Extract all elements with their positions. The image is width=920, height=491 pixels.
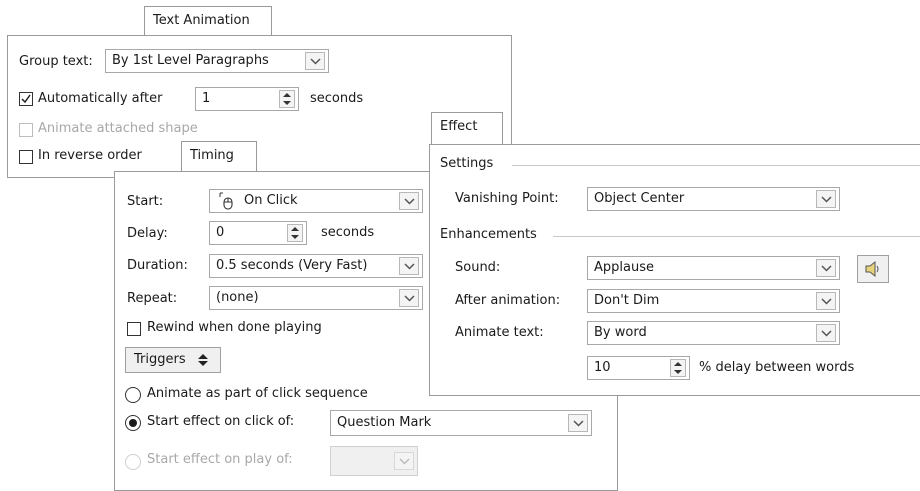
after-animation-value: Don't Dim bbox=[594, 293, 660, 308]
repeat-label: Repeat: bbox=[127, 291, 178, 306]
delay-label: Delay: bbox=[127, 226, 168, 241]
vanishing-point-label: Vanishing Point: bbox=[455, 191, 559, 206]
group-text-value: By 1st Level Paragraphs bbox=[112, 53, 269, 68]
radio-click-sequence[interactable] bbox=[125, 387, 141, 403]
auto-after-input[interactable]: 1 bbox=[195, 87, 299, 111]
after-animation-dropdown[interactable]: Don't Dim bbox=[587, 289, 840, 313]
sound-volume-button[interactable] bbox=[857, 255, 889, 283]
repeat-value: (none) bbox=[216, 290, 259, 305]
speaker-icon bbox=[865, 260, 879, 278]
triggers-button[interactable]: Triggers bbox=[125, 347, 221, 373]
play-object-dropdown[interactable] bbox=[330, 446, 418, 476]
radio-start-on-click[interactable] bbox=[125, 415, 141, 431]
click-object-dropdown[interactable]: Question Mark bbox=[330, 410, 592, 436]
effect-panel: Settings Vanishing Point: Object Center … bbox=[429, 144, 920, 396]
auto-after-label: Automatically after bbox=[38, 91, 163, 106]
settings-heading: Settings bbox=[440, 156, 494, 171]
start-label: Start: bbox=[127, 194, 164, 209]
chevron-down-icon[interactable] bbox=[816, 324, 836, 342]
word-delay-label: % delay between words bbox=[699, 360, 855, 375]
click-object-value: Question Mark bbox=[337, 415, 432, 430]
animate-shape-label: Animate attached shape bbox=[38, 121, 198, 136]
enhancements-heading: Enhancements bbox=[440, 227, 537, 242]
animate-shape-checkbox[interactable] bbox=[19, 123, 33, 137]
after-animation-label: After animation: bbox=[455, 293, 561, 308]
rewind-label: Rewind when done playing bbox=[147, 320, 322, 335]
tab-text-animation[interactable]: Text Animation bbox=[144, 6, 272, 36]
vanishing-point-dropdown[interactable]: Object Center bbox=[587, 187, 840, 211]
triggers-label: Triggers bbox=[134, 352, 186, 367]
sound-value: Applause bbox=[594, 260, 654, 275]
spin-arrows-icon[interactable] bbox=[287, 224, 303, 242]
sound-dropdown[interactable]: Applause bbox=[587, 256, 840, 280]
chevron-down-icon[interactable] bbox=[394, 452, 414, 470]
sound-label: Sound: bbox=[455, 260, 501, 275]
tab-timing-label: Timing bbox=[190, 148, 234, 163]
animate-text-value: By word bbox=[594, 325, 647, 340]
duration-dropdown[interactable]: 0.5 seconds (Very Fast) bbox=[209, 254, 423, 278]
group-text-label: Group text: bbox=[19, 54, 93, 69]
spin-arrows-icon[interactable] bbox=[279, 90, 295, 108]
radio-start-on-play[interactable] bbox=[125, 454, 141, 470]
start-dropdown[interactable]: On Click bbox=[209, 189, 423, 213]
group-text-dropdown[interactable]: By 1st Level Paragraphs bbox=[105, 49, 329, 73]
chevron-down-icon[interactable] bbox=[816, 292, 836, 310]
chevron-down-icon[interactable] bbox=[305, 52, 325, 70]
repeat-dropdown[interactable]: (none) bbox=[209, 286, 423, 310]
auto-after-checkbox[interactable] bbox=[19, 92, 33, 106]
word-delay-input[interactable]: 10 bbox=[587, 356, 690, 380]
tab-effect-label: Effect bbox=[440, 119, 478, 134]
animate-text-dropdown[interactable]: By word bbox=[587, 321, 840, 345]
checkmark-icon bbox=[21, 94, 31, 104]
radio-click-sequence-label: Animate as part of click sequence bbox=[147, 386, 368, 401]
delay-unit: seconds bbox=[321, 225, 375, 240]
animate-text-label: Animate text: bbox=[455, 325, 544, 340]
radio-start-on-play-label: Start effect on play of: bbox=[147, 452, 293, 467]
radio-start-on-click-label: Start effect on click of: bbox=[147, 414, 295, 429]
chevron-down-icon[interactable] bbox=[399, 192, 419, 210]
reverse-order-checkbox[interactable] bbox=[19, 150, 33, 164]
tab-effect[interactable]: Effect bbox=[431, 112, 503, 145]
chevron-up-icon bbox=[198, 354, 208, 366]
vanishing-point-value: Object Center bbox=[594, 191, 685, 206]
mouse-click-icon bbox=[219, 192, 233, 210]
chevron-down-icon[interactable] bbox=[399, 289, 419, 307]
enhancements-divider bbox=[553, 236, 920, 237]
chevron-down-icon[interactable] bbox=[399, 257, 419, 275]
delay-value: 0 bbox=[216, 225, 225, 240]
reverse-order-label: In reverse order bbox=[38, 148, 142, 163]
chevron-down-icon[interactable] bbox=[816, 259, 836, 277]
word-delay-value: 10 bbox=[594, 360, 611, 375]
delay-input[interactable]: 0 bbox=[209, 221, 307, 245]
start-value: On Click bbox=[244, 193, 298, 208]
duration-label: Duration: bbox=[127, 258, 188, 273]
tab-text-animation-label: Text Animation bbox=[153, 13, 250, 28]
tab-timing[interactable]: Timing bbox=[181, 141, 257, 172]
auto-after-value: 1 bbox=[202, 91, 211, 106]
rewind-checkbox[interactable] bbox=[127, 322, 141, 336]
spin-arrows-icon[interactable] bbox=[670, 359, 686, 377]
chevron-down-icon[interactable] bbox=[568, 414, 588, 432]
chevron-down-icon[interactable] bbox=[816, 190, 836, 208]
auto-after-seconds: seconds bbox=[310, 91, 364, 106]
duration-value: 0.5 seconds (Very Fast) bbox=[216, 258, 368, 273]
settings-divider bbox=[512, 165, 920, 166]
